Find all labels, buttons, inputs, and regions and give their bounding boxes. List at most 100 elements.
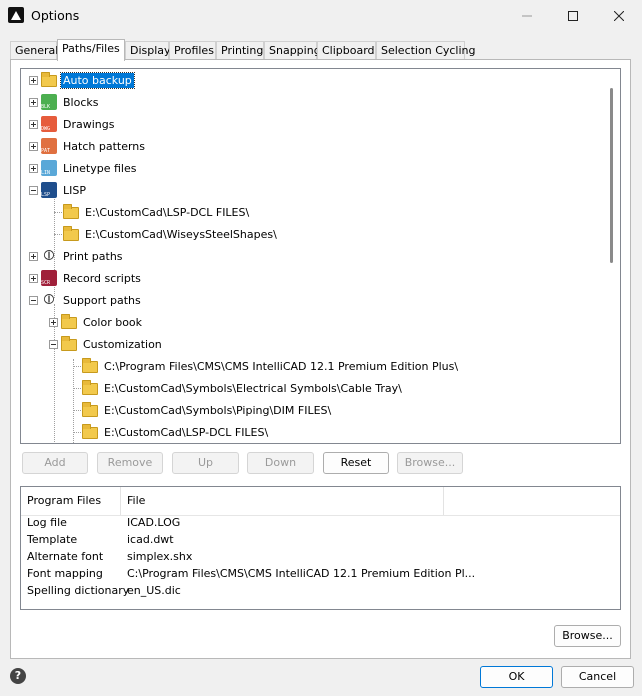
tree-label: C:\Program Files\CMS\CMS IntelliCAD 12.1… bbox=[104, 359, 459, 373]
tree-label: Print paths bbox=[63, 249, 123, 263]
folder-icon bbox=[41, 72, 57, 87]
hatch-icon: PAT bbox=[41, 138, 57, 154]
tree-label: E:\CustomCad\LSP-DCL FILES\ bbox=[85, 205, 250, 219]
folder-icon bbox=[61, 314, 77, 329]
tree-label: E:\CustomCad\WiseysSteelShapes\ bbox=[85, 227, 277, 241]
folder-icon bbox=[61, 336, 77, 351]
tree-item-lisp-path-1[interactable]: E:\CustomCad\LSP-DCL FILES\ bbox=[63, 201, 251, 223]
tree-label: E:\CustomCad\Symbols\Piping\DIM FILES\ bbox=[104, 403, 332, 417]
column-header-file[interactable]: File bbox=[121, 487, 444, 515]
paths-tree[interactable]: Auto backup BLK Blocks DWG Drawings PAT … bbox=[20, 68, 621, 444]
tree-label: Customization bbox=[83, 337, 162, 351]
tree-item-custom-path-3[interactable]: E:\CustomCad\Symbols\Piping\DIM FILES\ bbox=[82, 399, 333, 421]
tree-item-linetype-files[interactable]: LIN Linetype files bbox=[29, 157, 138, 179]
linetype-icon: LIN bbox=[41, 160, 57, 176]
tab-paths-files[interactable]: Paths/Files bbox=[57, 39, 125, 61]
column-header-program-files[interactable]: Program Files bbox=[21, 487, 121, 515]
tab-snapping[interactable]: Snapping bbox=[264, 41, 321, 59]
tree-item-support-paths[interactable]: ⦷ Support paths bbox=[29, 289, 143, 311]
tree-label: Record scripts bbox=[63, 271, 141, 285]
folder-icon bbox=[82, 424, 98, 439]
table-row[interactable]: Spelling dictionary en_US.dic bbox=[21, 582, 620, 599]
window-title: Options bbox=[31, 8, 80, 23]
tab-selection-cycling[interactable]: Selection Cycling bbox=[376, 41, 476, 59]
folder-icon bbox=[82, 380, 98, 395]
tree-item-lisp[interactable]: LSP LISP bbox=[29, 179, 88, 201]
expand-icon[interactable] bbox=[29, 75, 38, 85]
tree-item-print-paths[interactable]: ⦷ Print paths bbox=[29, 245, 125, 267]
tree-label: Auto backup bbox=[60, 71, 135, 89]
collapse-icon[interactable] bbox=[29, 295, 38, 305]
expand-icon[interactable] bbox=[29, 251, 38, 261]
reset-button[interactable]: Reset bbox=[323, 452, 389, 474]
folder-icon bbox=[63, 226, 79, 241]
table-row[interactable]: Alternate font simplex.shx bbox=[21, 548, 620, 565]
tab-clipboard[interactable]: Clipboard bbox=[317, 41, 376, 59]
remove-button[interactable]: Remove bbox=[97, 452, 163, 474]
scrollbar-thumb[interactable] bbox=[610, 88, 613, 263]
tree-label: E:\CustomCad\LSP-DCL FILES\ bbox=[104, 425, 269, 439]
table-row[interactable]: Log file ICAD.LOG bbox=[21, 514, 620, 531]
ok-button[interactable]: OK bbox=[480, 666, 553, 688]
tab-profiles[interactable]: Profiles bbox=[169, 41, 216, 59]
tree-item-auto-backup[interactable]: Auto backup bbox=[29, 69, 135, 91]
folder-icon bbox=[82, 358, 98, 373]
browse-button[interactable]: Browse... bbox=[554, 625, 621, 647]
lisp-icon: LSP bbox=[41, 182, 57, 198]
tree-item-record-scripts[interactable]: SCR Record scripts bbox=[29, 267, 143, 289]
add-button[interactable]: Add bbox=[22, 452, 88, 474]
tree-item-custom-path-2[interactable]: E:\CustomCad\Symbols\Electrical Symbols\… bbox=[82, 377, 404, 399]
expand-icon[interactable] bbox=[29, 119, 38, 129]
table-row[interactable]: Font mapping C:\Program Files\CMS\CMS In… bbox=[21, 565, 620, 582]
paperclip-icon: ⦷ bbox=[43, 248, 55, 264]
expand-icon[interactable] bbox=[49, 317, 58, 327]
tree-item-custom-path-1[interactable]: C:\Program Files\CMS\CMS IntelliCAD 12.1… bbox=[82, 355, 460, 377]
expand-icon[interactable] bbox=[29, 97, 38, 107]
up-button[interactable]: Up bbox=[172, 452, 239, 474]
tree-item-drawings[interactable]: DWG Drawings bbox=[29, 113, 116, 135]
tree-label: LISP bbox=[63, 183, 86, 197]
tree-item-blocks[interactable]: BLK Blocks bbox=[29, 91, 100, 113]
tree-item-lisp-path-2[interactable]: E:\CustomCad\WiseysSteelShapes\ bbox=[63, 223, 279, 245]
tree-label: Drawings bbox=[63, 117, 115, 131]
tree-label: Linetype files bbox=[63, 161, 137, 175]
tab-display[interactable]: Display bbox=[125, 41, 171, 59]
scripts-icon: SCR bbox=[41, 270, 57, 286]
tree-item-color-book[interactable]: Color book bbox=[49, 311, 144, 333]
tab-printing[interactable]: Printing bbox=[216, 41, 264, 59]
tree-label: Color book bbox=[83, 315, 143, 329]
tab-general[interactable]: General bbox=[10, 41, 58, 59]
blocks-icon: BLK bbox=[41, 94, 57, 110]
down-button[interactable]: Down bbox=[247, 452, 314, 474]
close-icon bbox=[614, 11, 624, 21]
maximize-icon bbox=[568, 11, 578, 21]
tree-label: Hatch patterns bbox=[63, 139, 145, 153]
collapse-icon[interactable] bbox=[49, 339, 58, 349]
tree-label: Blocks bbox=[63, 95, 99, 109]
table-row[interactable]: Template icad.dwt bbox=[21, 531, 620, 548]
expand-icon[interactable] bbox=[29, 273, 38, 283]
title-bar: Options bbox=[0, 0, 642, 32]
cancel-button[interactable]: Cancel bbox=[561, 666, 634, 688]
maximize-button[interactable] bbox=[550, 0, 596, 32]
expand-icon[interactable] bbox=[29, 141, 38, 151]
list-header: Program Files File bbox=[21, 487, 620, 516]
minimize-button[interactable] bbox=[504, 0, 550, 32]
program-files-list[interactable]: Program Files File Log file ICAD.LOG Tem… bbox=[20, 486, 621, 610]
minimize-icon bbox=[522, 15, 532, 17]
expand-icon[interactable] bbox=[29, 163, 38, 173]
drawings-icon: DWG bbox=[41, 116, 57, 132]
tree-item-hatch-patterns[interactable]: PAT Hatch patterns bbox=[29, 135, 147, 157]
tree-label: E:\CustomCad\Symbols\Electrical Symbols\… bbox=[104, 381, 402, 395]
paperclip-icon: ⦷ bbox=[43, 292, 55, 308]
close-button[interactable] bbox=[596, 0, 642, 32]
browse-tree-button[interactable]: Browse... bbox=[397, 452, 463, 474]
collapse-icon[interactable] bbox=[29, 185, 38, 195]
tree-item-custom-path-4[interactable]: E:\CustomCad\LSP-DCL FILES\ bbox=[82, 421, 270, 443]
app-icon bbox=[8, 7, 24, 23]
folder-icon bbox=[63, 204, 79, 219]
help-icon[interactable]: ? bbox=[10, 668, 26, 684]
tree-scrollbar[interactable] bbox=[603, 69, 620, 443]
tree-item-customization[interactable]: Customization bbox=[49, 333, 164, 355]
folder-icon bbox=[82, 402, 98, 417]
